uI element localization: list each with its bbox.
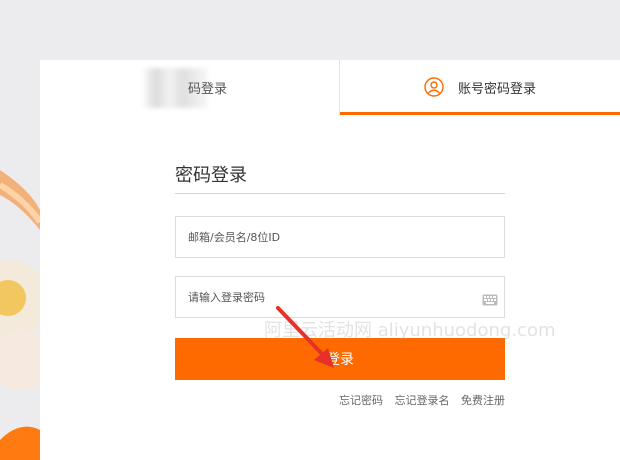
help-links: 忘记密码 忘记登录名 免费注册	[175, 392, 505, 408]
login-card: 码登录 账号密码登录 密码登录 邮箱/会员名/8位ID 登录 忘记密码 忘记登录…	[40, 60, 620, 460]
tab-qr-login[interactable]: 码登录	[40, 60, 340, 114]
forgot-username-link[interactable]: 忘记登录名	[395, 394, 450, 407]
user-icon	[424, 77, 444, 97]
login-button[interactable]: 登录	[175, 338, 505, 380]
password-input[interactable]	[176, 277, 504, 317]
password-login-form: 密码登录 登录	[175, 162, 505, 407]
password-field	[175, 276, 505, 318]
tab-password-label: 账号密码登录	[457, 81, 536, 97]
keyboard-icon[interactable]	[482, 291, 498, 306]
login-tabs: 码登录 账号密码登录	[40, 60, 620, 115]
register-link[interactable]: 免费注册	[461, 394, 505, 407]
tab-password-login[interactable]: 账号密码登录	[340, 60, 620, 115]
form-title: 密码登录	[175, 162, 505, 194]
account-field	[175, 216, 505, 258]
forgot-password-link[interactable]: 忘记密码	[339, 394, 383, 407]
account-input[interactable]	[176, 217, 504, 257]
tab-qr-label: 码登录	[187, 81, 227, 97]
